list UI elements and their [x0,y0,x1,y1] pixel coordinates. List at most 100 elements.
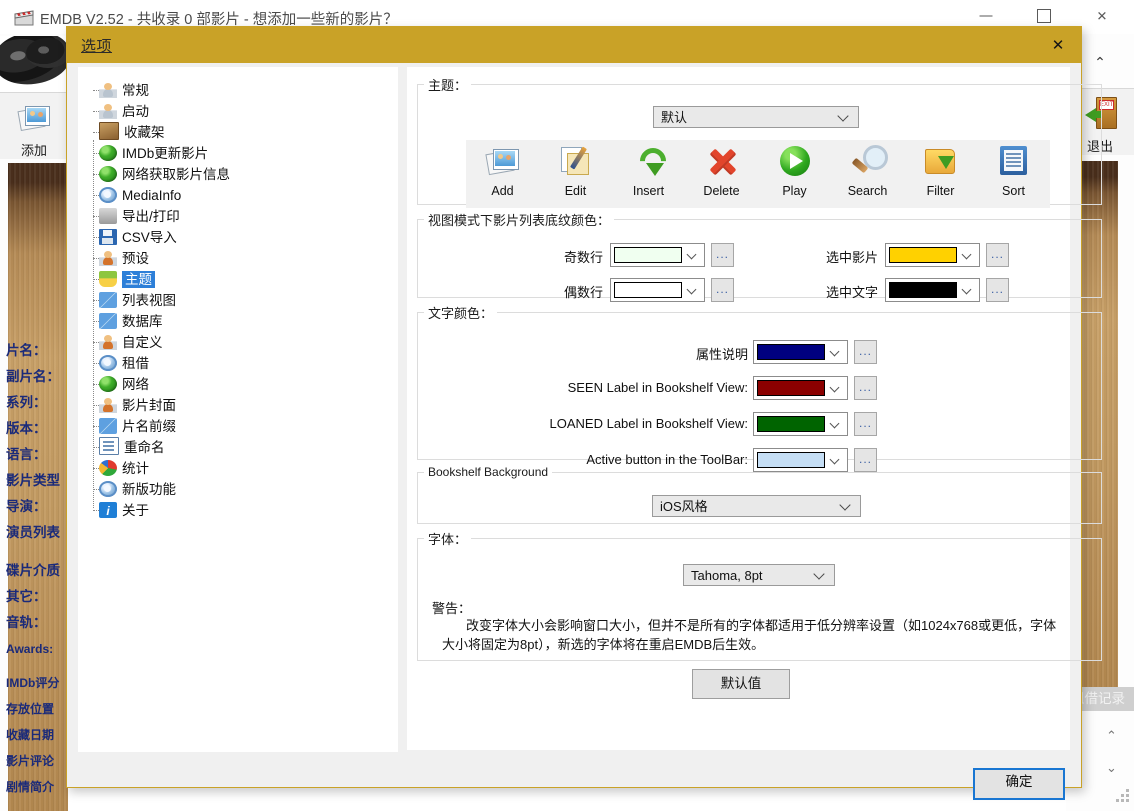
toolbar-preview-label: Filter [926,184,955,198]
tree-item-network[interactable]: 网络 [79,374,397,395]
font-combo[interactable]: Tahoma, 8pt [683,564,835,586]
tree-item-cover[interactable]: 影片封面 [79,395,397,416]
tree-item-label: 影片封面 [122,398,176,413]
options-category-tree[interactable]: 常规 启动 收藏架 IMDb更新影片 网络获取影片信息 MediaInfo 导出… [78,67,398,752]
row-colors-legend: 视图模式下影片列表底纹颜色： [428,213,611,228]
tree-item-statistics[interactable]: 统计 [79,458,397,479]
tree-item-presets[interactable]: 预设 [79,248,397,269]
loaned-label-color-combo[interactable] [753,412,848,436]
defaults-button[interactable]: 默认值 [692,669,790,699]
app-logo [0,36,68,92]
dialog-title: 选项 [81,38,113,55]
chevron-down-icon [831,348,840,357]
toolbar-preview-label: Play [782,184,807,198]
attribute-desc-color-combo[interactable] [753,340,848,364]
color-swatch [889,282,957,298]
font-warning-title: 警告： [432,601,472,616]
loaned-label-more-button[interactable]: ... [854,412,877,436]
odd-row-more-button[interactable]: ... [711,243,734,267]
tree-item-bookshelf[interactable]: 收藏架 [79,122,397,143]
toolbar-preview-label: Edit [564,184,587,198]
maximize-icon [1037,9,1051,23]
bookshelf-background-select[interactable]: iOS风格 [652,495,861,517]
odd-row-label: 奇数行 [563,250,603,265]
film-reel-shape-2 [26,38,68,68]
tree-item-label: CSV导入 [122,230,177,245]
toolbar-preview-play[interactable]: Play [758,144,831,198]
tree-item-whatsnew[interactable]: 新版功能 [79,479,397,500]
tree-item-label: 自定义 [122,335,163,350]
chevron-down-icon [815,569,825,579]
toolbar-preview-add[interactable]: Add [466,144,539,198]
tree-item-web-fetch[interactable]: 网络获取影片信息 [79,164,397,185]
globe-icon [99,166,117,182]
detail-label: 导演： [6,499,47,514]
selected-text-more-button[interactable]: ... [986,278,1009,302]
toolbar-preview-delete[interactable]: Delete [685,144,758,198]
tree-item-imdb-update[interactable]: IMDb更新影片 [79,143,397,164]
rename-icon [99,437,119,455]
tree-item-export-print[interactable]: 导出/打印 [79,206,397,227]
disk-icon [99,229,117,245]
selected-movie-more-button[interactable]: ... [986,243,1009,267]
odd-row-color-combo[interactable] [610,243,705,267]
attribute-desc-label: 属性说明 [695,347,748,362]
chevron-up-icon: ⌃ [1094,54,1106,70]
detail-field-labels: 片名： 副片名： 系列： 版本： 语言： 影片类型 导演： 演员列表 碟片介质 … [6,338,68,800]
even-row-color-combo[interactable] [610,278,705,302]
tree-item-mediainfo[interactable]: MediaInfo [79,185,397,206]
detail-label: 音轨： [6,615,47,630]
even-row-more-button[interactable]: ... [711,278,734,302]
seen-label-color-combo[interactable] [753,376,848,400]
tree-item-startup[interactable]: 启动 [79,101,397,122]
detail-label: 收藏日期 [6,728,55,742]
seen-label-more-button[interactable]: ... [854,376,877,400]
detail-label: 副片名： [6,369,60,384]
text-colors-group: 文字颜色： 属性说明 ... SEEN Label in Bookshelf V… [417,303,1102,472]
tree-item-about[interactable]: 关于 [79,500,397,522]
scroll-spinner[interactable]: ⌃ ⌄ [1100,726,1130,790]
tree-item-rename[interactable]: 重命名 [79,437,397,458]
tree-item-changui[interactable]: 常规 [79,80,397,101]
tree-item-label: MediaInfo [122,188,182,203]
even-row-label: 偶数行 [563,285,603,300]
tree-item-loan[interactable]: 租借 [79,353,397,374]
attribute-desc-more-button[interactable]: ... [854,340,877,364]
color-swatch [614,247,682,263]
toolbar-preview-insert[interactable]: Insert [612,142,685,198]
tree-item-label: 关于 [122,503,149,518]
tree-item-theme[interactable]: 主题 [79,269,397,290]
dialog-close-button[interactable]: ✕ [1045,34,1071,56]
options-dialog: 选项 ✕ 常规 启动 收藏架 IMDb更新影片 网络获取影片信息 MediaIn… [66,26,1102,800]
toolbar-preview-sort[interactable]: Sort [977,144,1050,198]
bookshelf-background-combo[interactable]: iOS风格 [652,495,861,517]
magnifier-icon [851,144,888,178]
theme-combo[interactable]: 默认 [653,106,859,128]
font-select[interactable]: Tahoma, 8pt [683,564,835,586]
toolbar-preview-filter[interactable]: Filter [904,144,977,198]
tree-item-custom[interactable]: 自定义 [79,332,397,353]
tree-item-label: 导出/打印 [122,209,180,224]
tree-item-label: 网络 [122,377,149,392]
seen-label-label: SEEN Label in Bookshelf View: [567,380,748,395]
theme-select[interactable]: 默认 [653,106,859,128]
chevron-down-icon [963,251,972,260]
toolbar-preview-search[interactable]: Search [831,144,904,198]
tree-item-database[interactable]: 数据库 [79,311,397,332]
printer-icon [99,208,117,224]
tree-item-csv-import[interactable]: CSV导入 [79,227,397,248]
ok-button[interactable]: 确定 [973,768,1065,800]
resize-grip[interactable] [1116,789,1130,803]
tree-item-label: IMDb更新影片 [122,146,209,161]
minimize-icon [979,15,993,17]
close-button[interactable]: ✕ [1079,0,1125,32]
loaned-label-label: LOANED Label in Bookshelf View: [549,416,748,431]
selected-movie-color-combo[interactable] [885,243,980,267]
selected-text-color-combo[interactable] [885,278,980,302]
color-swatch [614,282,682,298]
tree-item-title-prefix[interactable]: 片名前缀 [79,416,397,437]
insert-arrow-icon [632,142,671,180]
tree-item-listview[interactable]: 列表视图 [79,290,397,311]
theme-combo-value: 默认 [661,110,688,125]
toolbar-preview-edit[interactable]: Edit [539,144,612,198]
